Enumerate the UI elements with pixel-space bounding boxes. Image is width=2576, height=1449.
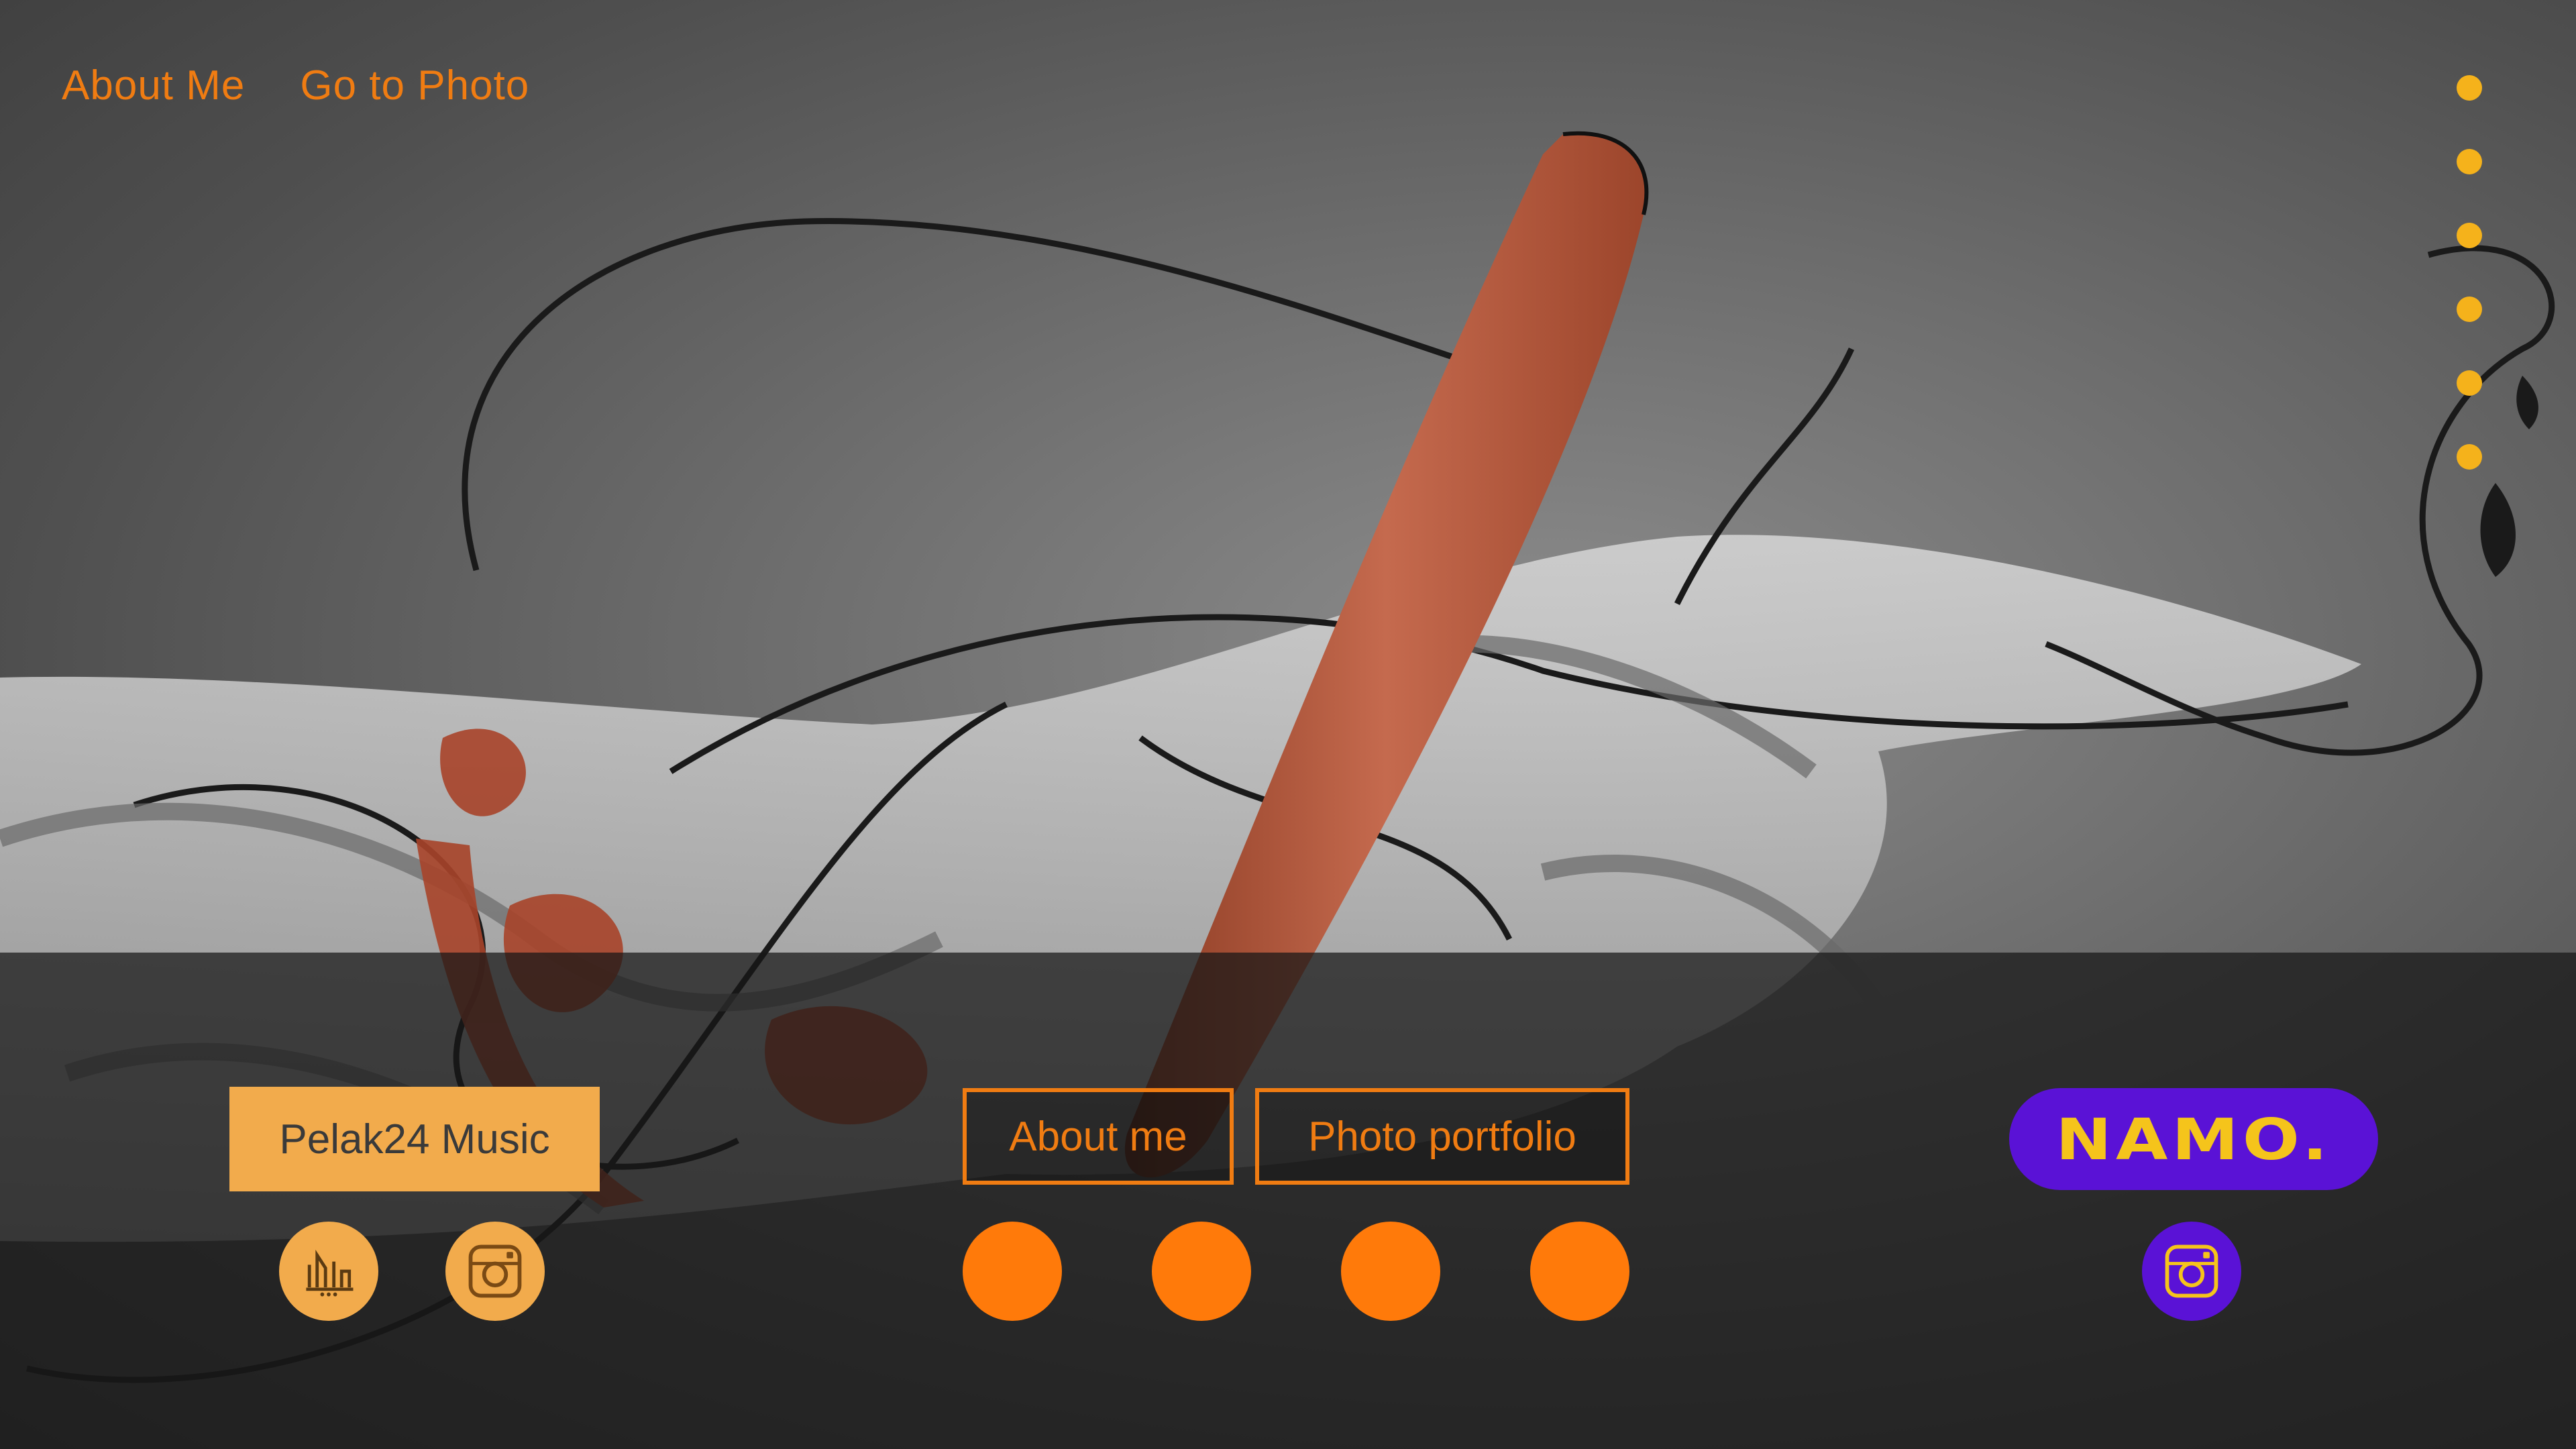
instagram-right-button[interactable] [2142,1222,2241,1321]
photo-portfolio-button[interactable]: Photo portfolio [1255,1088,1629,1185]
nav-about-me-link[interactable]: About Me [62,62,245,109]
instagram-icon [468,1244,522,1298]
center-circle-4[interactable] [1530,1222,1629,1321]
bottom-panel [0,953,2576,1449]
instagram-icon [2165,1244,2218,1298]
namo-brand-button[interactable]: NAMO. [2009,1088,2378,1190]
side-dot-1[interactable] [2457,75,2482,101]
about-me-button[interactable]: About me [963,1088,1234,1185]
page-stage: About Me Go to Photo Pelak24 Music About… [0,0,2576,1449]
nav-go-to-photo-link[interactable]: Go to Photo [300,62,529,109]
side-dot-5[interactable] [2457,370,2482,396]
center-circle-2[interactable] [1152,1222,1251,1321]
side-dot-nav [2457,75,2482,470]
instagram-left-button[interactable] [445,1222,545,1321]
pelak24-music-button[interactable]: Pelak24 Music [229,1087,600,1191]
pelak24-logo-icon [306,1249,354,1297]
namo-brand-label: NAMO. [2055,1106,2332,1173]
side-dot-4[interactable] [2457,297,2482,322]
pelak24-logo-button[interactable] [279,1222,378,1321]
side-dot-3[interactable] [2457,223,2482,248]
side-dot-2[interactable] [2457,149,2482,174]
side-dot-6[interactable] [2457,444,2482,470]
top-nav: About Me Go to Photo [62,62,529,109]
center-circle-1[interactable] [963,1222,1062,1321]
center-circle-3[interactable] [1341,1222,1440,1321]
